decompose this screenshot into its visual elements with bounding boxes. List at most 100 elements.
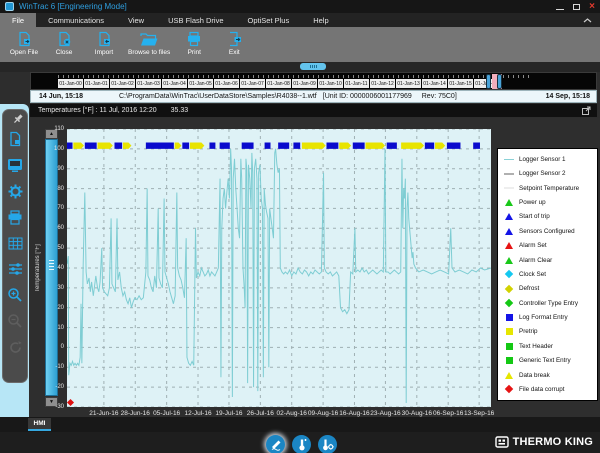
timeline-date: 01-Jan-09: [292, 79, 317, 88]
timeline-date: 01-Jan-02: [110, 79, 135, 88]
view-tab-bar: HMI: [0, 417, 600, 432]
hmi-device-icon[interactable]: [3, 152, 27, 178]
grid-icon[interactable]: [3, 230, 27, 256]
timeline-date: 01-Jan-15: [448, 79, 473, 88]
thermometer-icon[interactable]: [292, 435, 311, 453]
thermometer-settings-icon[interactable]: [318, 435, 337, 453]
sliders-icon[interactable]: [3, 256, 27, 282]
legend-item: Start of trip: [504, 211, 597, 223]
open-file-button[interactable]: Open File: [4, 29, 44, 57]
timeline-date: 01-Jan-03: [136, 79, 161, 88]
timeline-date: 01-Jan-06: [214, 79, 239, 88]
legend-item: Text Header: [504, 340, 597, 352]
legend-label: Setpoint Temperature: [519, 185, 579, 192]
printer-icon[interactable]: [3, 204, 27, 230]
menu-item-optiset-plus[interactable]: OptiSet Plus: [236, 13, 302, 27]
legend-item: Data break: [504, 369, 597, 381]
y-tick-label: 70: [30, 205, 64, 211]
close-button[interactable]: Close: [44, 29, 84, 57]
x-tick-label: 19-Jul-16: [215, 410, 242, 417]
legend-item: Logger Sensor 1: [504, 153, 597, 165]
y-tick-label: -20: [30, 384, 64, 390]
pen-icon[interactable]: [266, 435, 285, 453]
y-tick-label: 80: [30, 186, 64, 192]
y-tick-label: 50: [30, 245, 64, 251]
legend-label: Data break: [519, 372, 550, 379]
menu-item-usb-flash-drive[interactable]: USB Flash Drive: [156, 13, 235, 27]
legend-item: Generic Text Entry: [504, 355, 597, 367]
legend-label: Logger Sensor 2: [519, 170, 566, 177]
legend-label: Alarm Set: [519, 242, 547, 249]
legend-item: Alarm Set: [504, 240, 597, 252]
menu-item-view[interactable]: View: [116, 13, 156, 27]
toolbar-button-label: Print: [188, 49, 201, 56]
timeline-date: 01-Jan-01: [84, 79, 109, 88]
legend-diamond-symbol: [504, 271, 514, 277]
legend-item: Setpoint Temperature: [504, 182, 597, 194]
legend-item: File data corrupt: [504, 383, 597, 395]
x-tick-label: 13-Sep-16: [464, 410, 494, 417]
y-tick-label: -10: [30, 364, 64, 370]
zoom-in-icon[interactable]: [3, 282, 27, 308]
minimize-icon[interactable]: [556, 9, 564, 10]
menu-bar: FileCommunicationsViewUSB Flash DriveOpt…: [0, 13, 600, 27]
legend-triangle-symbol: [504, 199, 514, 206]
x-tick-label: 02-Aug-16: [277, 410, 307, 417]
timeline-date: 01-Jan-05: [188, 79, 213, 88]
legend-triangle-symbol: [504, 228, 514, 235]
menu-item-communications[interactable]: Communications: [36, 13, 116, 27]
tab-hmi[interactable]: HMI: [28, 418, 51, 431]
legend-label: File data corrupt: [519, 386, 565, 393]
legend-item: Defrost: [504, 283, 597, 295]
legend-item: Alarm Clear: [504, 254, 597, 266]
collapse-ribbon-icon[interactable]: [583, 13, 592, 27]
pin-icon[interactable]: [12, 112, 24, 126]
file-icon[interactable]: [3, 126, 27, 152]
timeline-handle-right[interactable]: [497, 74, 502, 89]
print-button[interactable]: Print: [174, 29, 214, 57]
y-tick-label: 30: [30, 285, 64, 291]
unit-id: [Unit ID: 0000006001177969: [323, 93, 412, 100]
plot-canvas[interactable]: [67, 129, 491, 407]
browse-to-files-button[interactable]: Browse to files: [124, 29, 174, 57]
exit-button[interactable]: Exit: [214, 29, 254, 57]
legend-label: Text Header: [519, 343, 553, 350]
import-button[interactable]: Import: [84, 29, 124, 57]
thermo-king-logo-icon: [495, 436, 509, 448]
title-bar: WinTrac 6 [Engineering Mode] ×: [0, 0, 600, 13]
legend-label: Controller Type Entry: [519, 300, 578, 307]
toolbar-button-label: Exit: [229, 49, 240, 56]
legend-label: Alarm Clear: [519, 257, 552, 264]
x-tick-label: 06-Sep-16: [433, 410, 463, 417]
sync-icon: [3, 334, 27, 360]
expand-icon[interactable]: [582, 106, 591, 115]
open-file-icon: [16, 30, 32, 48]
legend-item: Clock Set: [504, 268, 597, 280]
legend-label: Power up: [519, 199, 546, 206]
gear-icon[interactable]: [3, 178, 27, 204]
chart-cursor-value: 35.33: [171, 107, 189, 114]
maximize-icon[interactable]: [573, 4, 580, 10]
file-path: C:\ProgramData\WinTrac\UserDataStore\Sam…: [119, 93, 317, 100]
range-start-time: 14 Jun, 15:18: [31, 93, 119, 100]
legend-line-symbol: [504, 187, 514, 189]
app-icon: [5, 2, 14, 11]
legend-label: Pretrip: [519, 328, 538, 335]
x-tick-label: 12-Jul-16: [184, 410, 211, 417]
toolbar-button-label: Close: [56, 49, 73, 56]
timeline-date: 01-Jan-07: [240, 79, 265, 88]
timeline-date: 01-Jan-12: [370, 79, 395, 88]
y-tick-label: 100: [30, 146, 64, 152]
legend-item: Log Format Entry: [504, 312, 597, 324]
timeline-scrollbar[interactable]: 01-Jan-0001-Jan-0101-Jan-0201-Jan-0301-J…: [30, 72, 597, 90]
close-icon[interactable]: ×: [589, 2, 595, 12]
timeline-date: 01-Jan-10: [318, 79, 343, 88]
menu-item-file[interactable]: File: [0, 13, 36, 27]
file-info-bar: 14 Jun, 15:18 C:\ProgramData\WinTrac\Use…: [30, 90, 597, 103]
timeline-handle-left[interactable]: [486, 74, 491, 89]
ribbon-handle[interactable]: [300, 63, 326, 70]
x-tick-label: 23-Aug-16: [370, 410, 400, 417]
menu-item-help[interactable]: Help: [301, 13, 340, 27]
zoom-out-icon: [3, 308, 27, 334]
timeline-date: 01-Jan-08: [266, 79, 291, 88]
